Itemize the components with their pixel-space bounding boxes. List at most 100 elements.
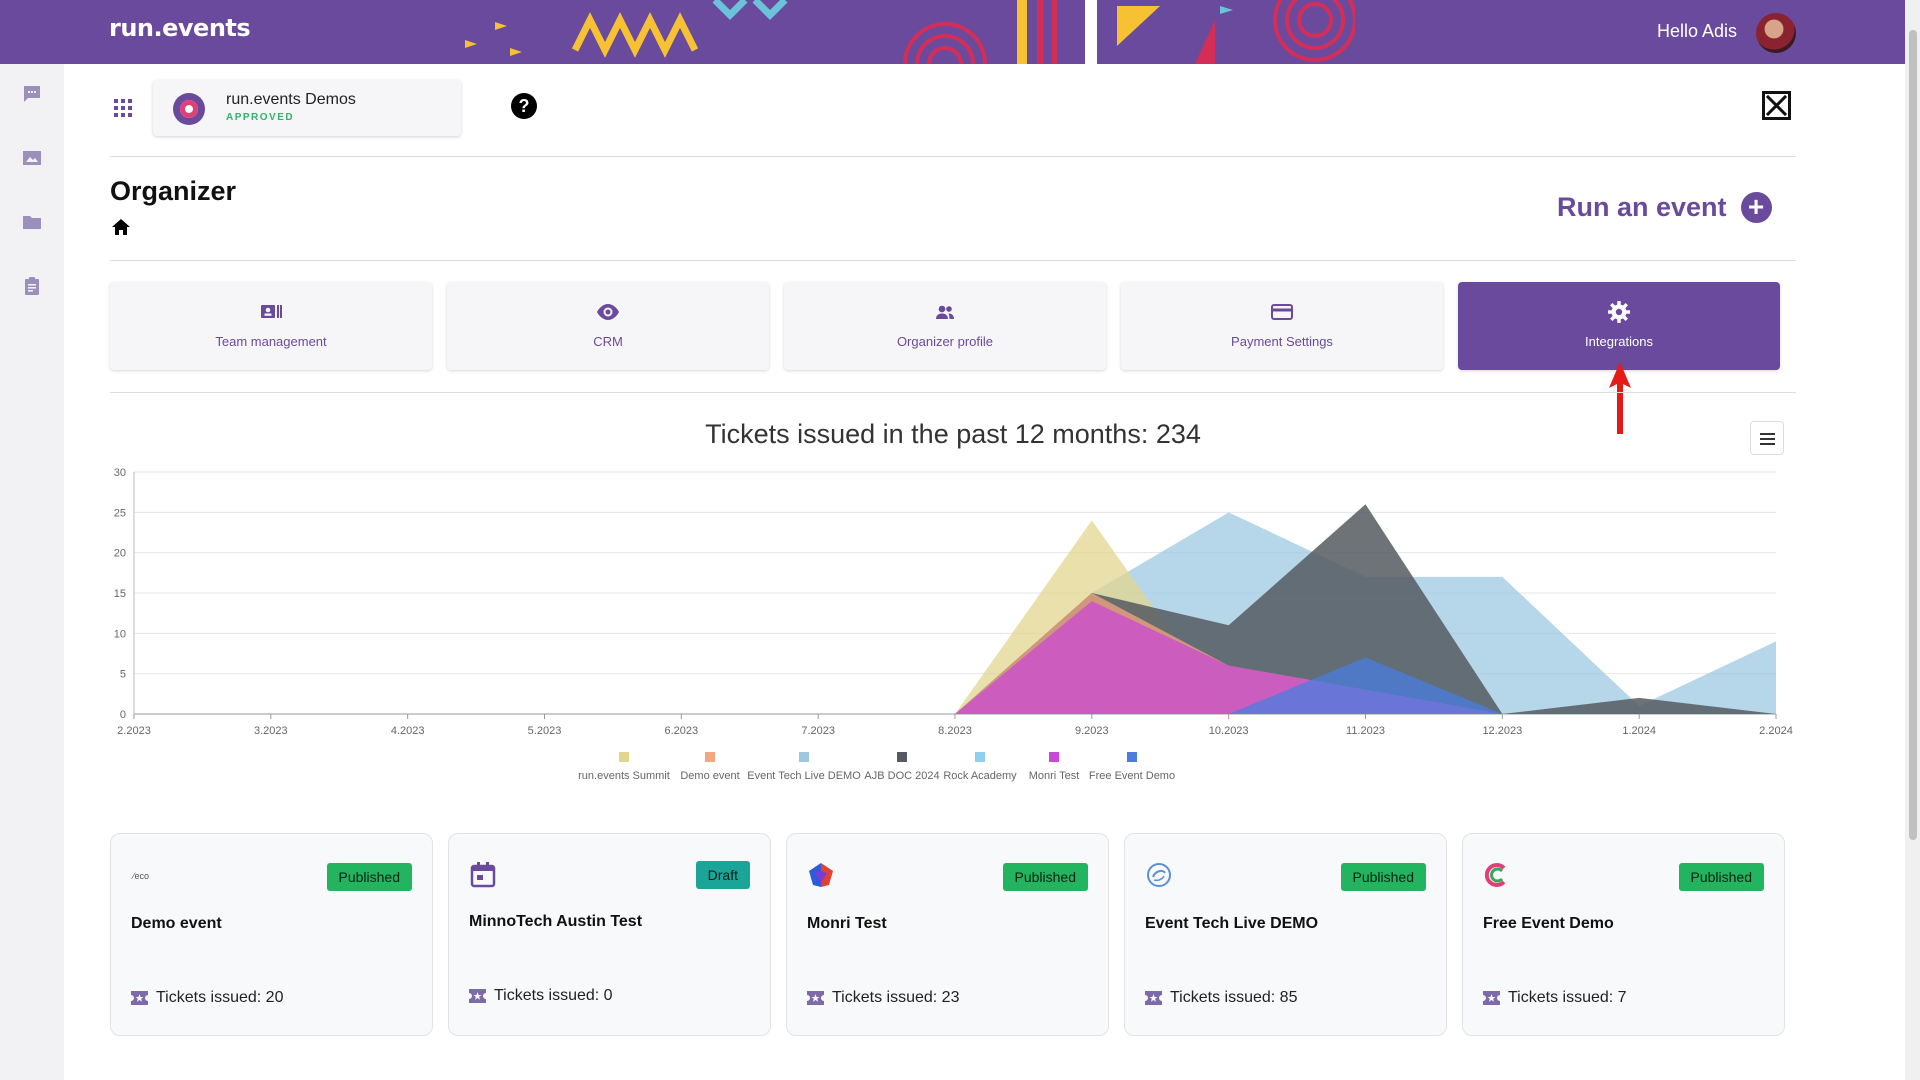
c-logo-icon	[1484, 863, 1506, 887]
event-title: Event Tech Live DEMO	[1145, 915, 1319, 932]
status-badge: Draft	[695, 861, 750, 889]
scrollbar[interactable]	[1905, 0, 1920, 1080]
x-tick-label: 10.2023	[1209, 725, 1249, 737]
legend-label: Monri Test	[1029, 770, 1080, 782]
legend-swatch	[799, 752, 809, 762]
tile-label: Organizer profile	[896, 334, 994, 349]
team-management-tile[interactable]: Team management	[110, 282, 432, 370]
x-tick-label: 9.2023	[1075, 725, 1109, 737]
x-tick-label: 3.2023	[254, 725, 288, 737]
left-rail	[0, 64, 64, 1080]
y-tick-label: 15	[114, 588, 126, 600]
eco-logo-icon: ⁄eco	[131, 871, 149, 881]
organization-logo	[173, 93, 205, 125]
status-badge: Published	[1340, 863, 1426, 891]
event-card[interactable]: ⁄eco Published Demo event Tickets issued…	[110, 833, 433, 1036]
x-tick-label: 6.2023	[665, 725, 699, 737]
svg-text:⁄eco: ⁄eco	[131, 871, 149, 881]
tile-label: Payment Settings	[1231, 334, 1333, 349]
y-tick-label: 25	[114, 507, 126, 519]
organizer-tiles: Team management CRM Organizer profile Pa…	[110, 282, 1780, 370]
organization-name: run.events Demos	[226, 91, 356, 108]
help-icon[interactable]: ?	[511, 93, 537, 119]
close-icon[interactable]	[1762, 91, 1791, 120]
chart-title: Tickets issued in the past 12 months: 23…	[705, 419, 1201, 449]
event-card[interactable]: Draft MinnoTech Austin Test Tickets issu…	[448, 833, 771, 1036]
legend-swatch	[705, 752, 715, 762]
tickets-issued: Tickets issued: 20	[131, 989, 283, 1007]
tickets-issued: Tickets issued: 23	[807, 989, 959, 1007]
organization-status: APPROVED	[226, 112, 295, 123]
tickets-issued: Tickets issued: 85	[1145, 989, 1297, 1007]
tickets-issued: Tickets issued: 0	[469, 987, 613, 1005]
x-tick-label: 12.2023	[1482, 725, 1522, 737]
legend-label: Rock Academy	[943, 770, 1017, 782]
x-tick-label: 4.2023	[391, 725, 425, 737]
tile-label: Team management	[215, 334, 327, 349]
event-title: Free Event Demo	[1483, 915, 1614, 932]
legend-swatch	[619, 752, 629, 762]
id-card-icon	[261, 305, 282, 318]
event-cards: ⁄eco Published Demo event Tickets issued…	[110, 833, 1785, 1036]
organizer-profile-tile[interactable]: Organizer profile	[784, 282, 1106, 370]
home-icon[interactable]	[111, 218, 131, 236]
y-tick-label: 5	[120, 669, 126, 681]
avatar[interactable]	[1756, 13, 1796, 53]
page-title: Organizer	[110, 176, 237, 206]
run-event-label: Run an event	[1557, 192, 1727, 222]
app-logo[interactable]: run.events	[109, 14, 251, 42]
scrollbar-thumb[interactable]	[1909, 30, 1917, 840]
ticket-icon	[1483, 991, 1500, 1005]
x-tick-label: 2.2023	[117, 725, 151, 737]
chat-icon[interactable]	[22, 84, 42, 104]
tile-label: Integrations	[1585, 334, 1653, 349]
chart-menu-button[interactable]	[1750, 421, 1784, 455]
divider	[110, 392, 1796, 393]
apps-grid-icon[interactable]	[113, 98, 133, 118]
folder-icon[interactable]	[22, 212, 42, 232]
event-card[interactable]: Published Event Tech Live DEMO Tickets i…	[1124, 833, 1447, 1036]
divider	[110, 260, 1796, 261]
image-icon[interactable]	[22, 148, 42, 168]
tickets-issued: Tickets issued: 7	[1483, 989, 1627, 1007]
eye-icon	[597, 304, 619, 320]
x-tick-label: 1.2024	[1622, 725, 1656, 737]
run-event-button[interactable]: Run an event +	[1557, 192, 1772, 223]
legend-label: AJB DOC 2024	[864, 770, 939, 782]
x-tick-label: 11.2023	[1346, 725, 1385, 737]
legend-swatch	[897, 752, 907, 762]
event-title: MinnoTech Austin Test	[469, 913, 643, 930]
legend-label: Free Event Demo	[1089, 770, 1175, 782]
x-tick-label: 8.2023	[938, 725, 972, 737]
calendar-icon	[470, 862, 496, 888]
x-tick-label: 5.2023	[528, 725, 562, 737]
event-card[interactable]: Published Monri Test Tickets issued: 23	[786, 833, 1109, 1036]
x-tick-label: 2.2024	[1759, 725, 1793, 737]
y-tick-label: 30	[114, 467, 126, 479]
tickets-issued-label: Tickets issued: 20	[156, 989, 284, 1006]
payment-settings-tile[interactable]: Payment Settings	[1121, 282, 1443, 370]
event-card[interactable]: Published Free Event Demo Tickets issued…	[1462, 833, 1785, 1036]
tickets-issued-label: Tickets issued: 85	[1170, 989, 1298, 1006]
x-tick-label: 7.2023	[801, 725, 835, 737]
series-area-event-tech-live-demo	[134, 512, 1776, 714]
banner-decoration	[465, 0, 1355, 64]
ticket-icon	[131, 991, 148, 1005]
legend-label: run.events Summit	[578, 770, 670, 782]
integrations-tile[interactable]: Integrations	[1458, 282, 1780, 370]
organization-switcher[interactable]: run.events Demos APPROVED	[153, 80, 461, 136]
plus-circle-icon: +	[1740, 192, 1772, 223]
y-tick-label: 10	[114, 628, 126, 640]
etl-logo-icon	[1147, 863, 1171, 887]
y-tick-label: 20	[114, 548, 126, 560]
tickets-issued-label: Tickets issued: 23	[832, 989, 960, 1006]
legend-swatch	[1049, 752, 1059, 762]
crm-tile[interactable]: CRM	[447, 282, 769, 370]
tickets-issued-label: Tickets issued: 7	[1508, 989, 1627, 1006]
ticket-icon	[469, 989, 486, 1003]
event-title: Monri Test	[807, 915, 887, 932]
status-badge: Published	[1002, 863, 1088, 891]
clipboard-icon[interactable]	[22, 276, 42, 296]
user-greeting: Hello Adis	[1657, 21, 1738, 41]
credit-card-icon	[1271, 304, 1293, 320]
